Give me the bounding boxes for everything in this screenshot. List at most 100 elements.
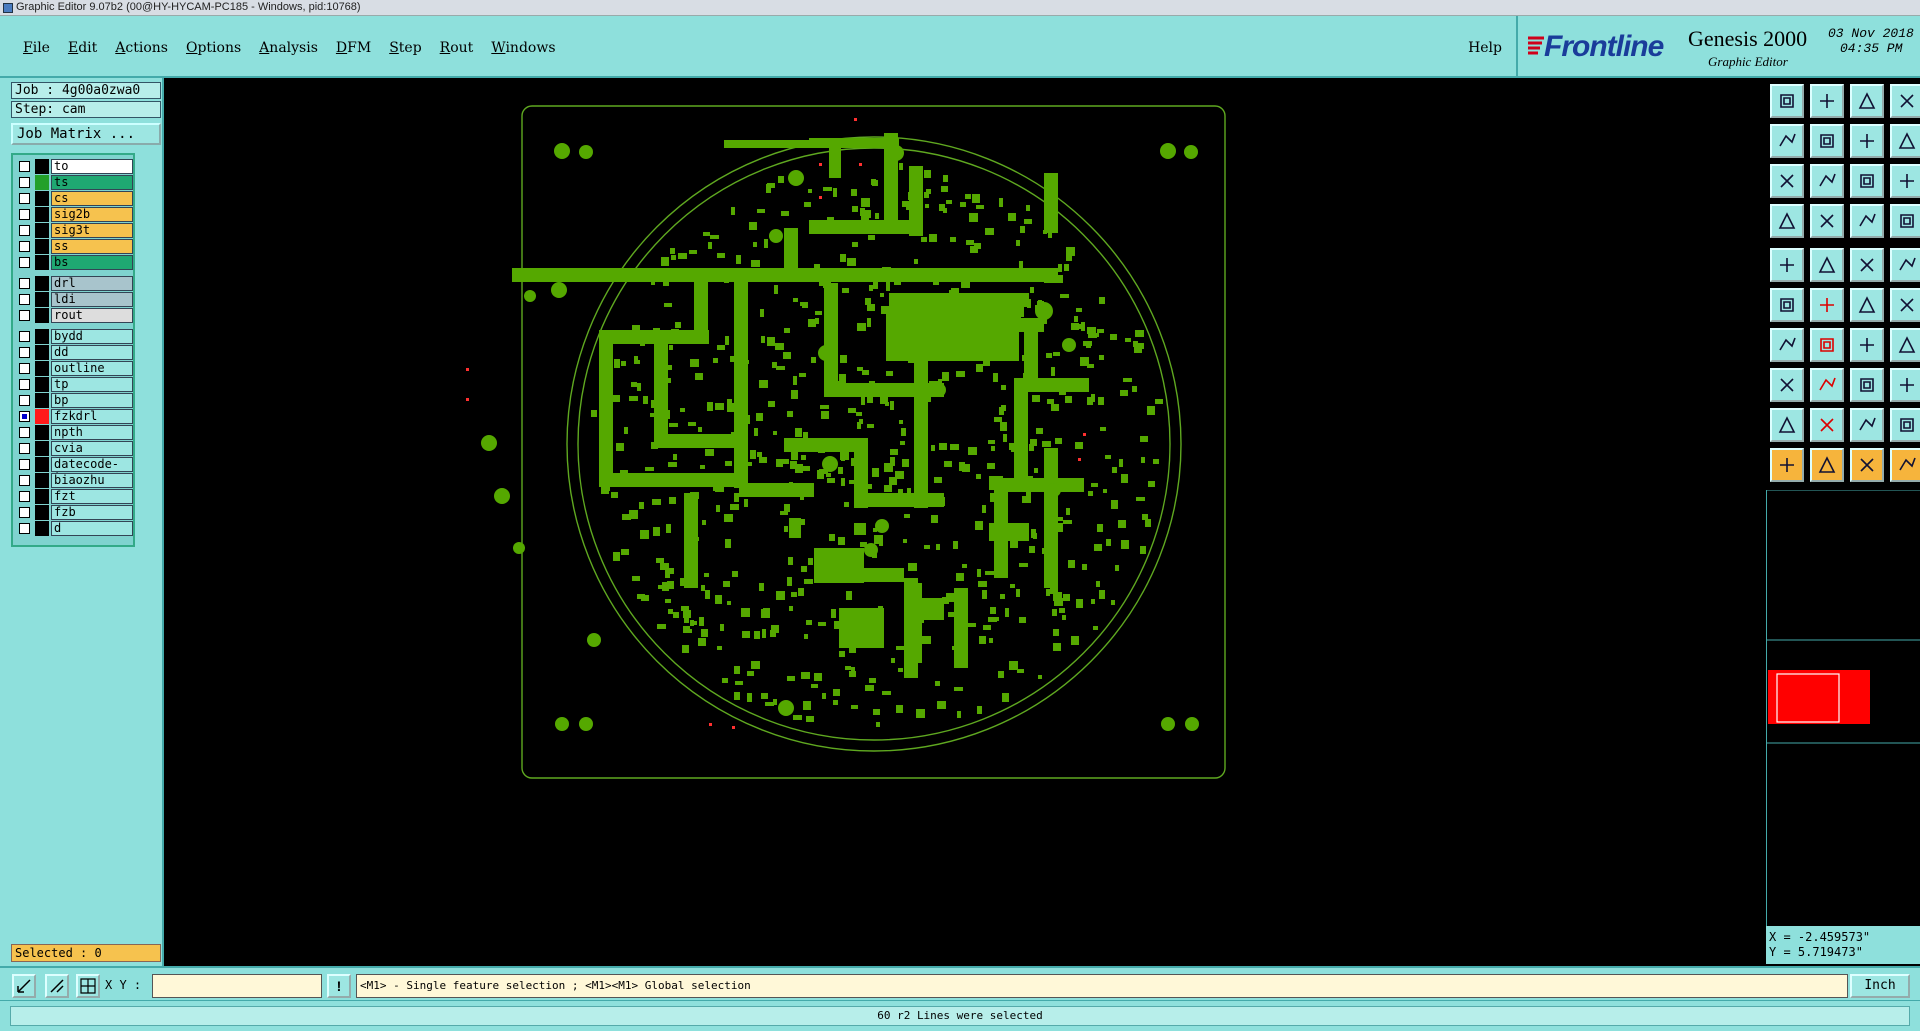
layer-name[interactable]: cs <box>51 191 133 206</box>
layer-color-swatch[interactable] <box>35 361 49 376</box>
triangle2-tool-button[interactable] <box>1810 408 1844 442</box>
net-tool-button[interactable] <box>1850 448 1884 482</box>
layer-name[interactable]: bp <box>51 393 133 408</box>
layer-checkbox[interactable] <box>19 257 30 268</box>
layer-name[interactable]: to <box>51 159 133 174</box>
menu-edit[interactable]: Edit <box>59 40 106 56</box>
layer-name[interactable]: sig2b <box>51 207 133 222</box>
layer-color-swatch[interactable] <box>35 276 49 291</box>
layer-row-ldi[interactable]: ldi <box>16 292 133 307</box>
menu-windows[interactable]: Windows <box>482 40 564 56</box>
layer-color-swatch[interactable] <box>35 239 49 254</box>
center-tool-button[interactable] <box>1810 164 1844 198</box>
home-tool-button[interactable] <box>1850 84 1884 118</box>
layer-color-swatch[interactable] <box>35 292 49 307</box>
layer-checkbox[interactable] <box>19 395 30 406</box>
pan-tool-button[interactable] <box>1770 164 1804 198</box>
layer-checkbox[interactable] <box>19 241 30 252</box>
layer-checkbox[interactable] <box>19 459 30 470</box>
slope-tool-button[interactable] <box>1810 328 1844 362</box>
layer-name[interactable]: datecode-to <box>51 457 133 484</box>
layer-name[interactable]: drl <box>51 276 133 291</box>
layer-row-rout[interactable]: rout <box>16 308 133 323</box>
triangle-tool-button[interactable] <box>1770 408 1804 442</box>
stretch-tool-button[interactable] <box>1850 368 1884 402</box>
layer-color-swatch[interactable] <box>35 377 49 392</box>
layer-checkbox[interactable] <box>19 411 30 422</box>
menu-rout[interactable]: Rout <box>431 40 483 56</box>
layer-row-cs[interactable]: cs <box>16 191 133 206</box>
layer-color-swatch[interactable] <box>35 175 49 190</box>
layer-name[interactable]: npth <box>51 425 133 440</box>
grid-toggle-button[interactable] <box>76 974 100 998</box>
layer-checkbox[interactable] <box>19 427 30 438</box>
pointer-tool-button[interactable] <box>1770 448 1804 482</box>
layers-tool-button[interactable] <box>1890 204 1920 238</box>
layer-checkbox[interactable] <box>19 347 30 358</box>
layer-checkbox[interactable] <box>19 475 30 486</box>
open-job-tool-button[interactable] <box>1770 84 1804 118</box>
layer-row-d[interactable]: d <box>16 521 133 536</box>
layer-row-sig3t[interactable]: sig3t <box>16 223 133 238</box>
layer-color-swatch[interactable] <box>35 425 49 440</box>
layer-name[interactable]: fzkdrl <box>51 409 133 424</box>
layer-checkbox[interactable] <box>19 209 30 220</box>
layer-name[interactable]: rout <box>51 308 133 323</box>
units-button[interactable]: Inch <box>1850 974 1910 998</box>
zoom-home-tool-button[interactable] <box>1890 124 1920 158</box>
layer-color-swatch[interactable] <box>35 473 49 488</box>
layer-checkbox[interactable] <box>19 523 30 534</box>
layer-row-dd[interactable]: dd <box>16 345 133 360</box>
layer-row-sig2b[interactable]: sig2b <box>16 207 133 222</box>
layer-row-cvia[interactable]: cvia <box>16 441 133 456</box>
arc-tool-button[interactable] <box>1890 288 1920 322</box>
route-tool-button[interactable] <box>1890 448 1920 482</box>
connect-tool-button[interactable] <box>1850 288 1884 322</box>
layer-checkbox[interactable] <box>19 491 30 502</box>
layer-name[interactable]: bs <box>51 255 133 270</box>
layer-name[interactable]: outline <box>51 361 133 376</box>
layer-color-swatch[interactable] <box>35 457 49 472</box>
layer-row-drl[interactable]: drl <box>16 276 133 291</box>
triangle3-tool-button[interactable] <box>1850 408 1884 442</box>
layer-checkbox[interactable] <box>19 363 30 374</box>
layer-color-swatch[interactable] <box>35 159 49 174</box>
menu-step[interactable]: Step <box>380 40 430 56</box>
layer-checkbox[interactable] <box>19 379 30 390</box>
move-tool-button[interactable] <box>1770 288 1804 322</box>
layer-name[interactable]: fzb <box>51 505 133 520</box>
snap-toggle-button[interactable] <box>12 974 36 998</box>
zoom-out-tool-button[interactable] <box>1810 124 1844 158</box>
text-tool-button[interactable] <box>1890 328 1920 362</box>
layer-row-bydd[interactable]: bydd <box>16 329 133 344</box>
layer-color-swatch[interactable] <box>35 521 49 536</box>
layer-name[interactable]: d <box>51 521 133 536</box>
layer-color-swatch[interactable] <box>35 191 49 206</box>
layer-name[interactable]: ldi <box>51 292 133 307</box>
layer-row-npth[interactable]: npth <box>16 425 133 440</box>
layer-name[interactable]: bydd <box>51 329 133 344</box>
copy-tool-button[interactable] <box>1810 248 1844 282</box>
menu-actions[interactable]: Actions <box>106 40 177 56</box>
cut-tool-button[interactable] <box>1810 368 1844 402</box>
pad-tool-button[interactable] <box>1770 368 1804 402</box>
ratio-tool-button[interactable] <box>1850 164 1884 198</box>
layer-checkbox[interactable] <box>19 294 30 305</box>
fit-tool-button[interactable] <box>1850 124 1884 158</box>
menu-options[interactable]: Options <box>177 40 250 56</box>
layer-checkbox[interactable] <box>19 225 30 236</box>
help-tool-button[interactable] <box>1890 164 1920 198</box>
add-pad-tool-button[interactable] <box>1770 248 1804 282</box>
job-matrix-button[interactable]: Job Matrix ... <box>11 123 161 145</box>
menu-file[interactable]: File <box>14 40 59 56</box>
line-tool-button[interactable] <box>1770 328 1804 362</box>
xy-input[interactable] <box>152 974 322 998</box>
layer-color-swatch[interactable] <box>35 223 49 238</box>
layer-row-fzb[interactable]: fzb <box>16 505 133 520</box>
layer-color-swatch[interactable] <box>35 329 49 344</box>
layer-name[interactable]: fzt <box>51 489 133 504</box>
snap-grid-tool-button[interactable] <box>1770 204 1804 238</box>
layer-row-to[interactable]: to <box>16 159 133 174</box>
layers-red-tool-button[interactable] <box>1850 204 1884 238</box>
grid-tool-button[interactable] <box>1810 204 1844 238</box>
